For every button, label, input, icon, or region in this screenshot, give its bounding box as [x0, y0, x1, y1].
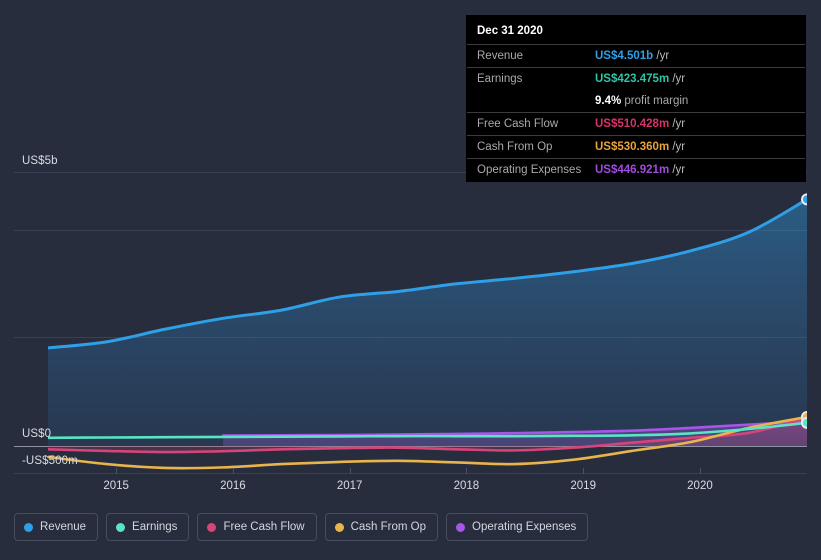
tooltip-row-operating-expenses: Operating Expenses US$446.921m /yr — [467, 158, 805, 181]
legend-item-label: Earnings — [132, 520, 178, 533]
tooltip-value-number: US$510.428m — [595, 118, 670, 130]
tooltip-row-value: 9.4% profit margin — [595, 95, 688, 107]
tooltip-row-cash-from-op: Cash From Op US$530.360m /yr — [467, 135, 805, 158]
tooltip-value-unit: /yr — [669, 141, 686, 153]
tooltip-row-free-cash-flow: Free Cash Flow US$510.428m /yr — [467, 112, 805, 135]
legend-item-label: Operating Expenses — [472, 520, 577, 533]
tooltip-value-number: US$423.475m — [595, 73, 670, 85]
data-point-marker-earnings[interactable] — [801, 416, 812, 429]
tooltip-row-label: Operating Expenses — [477, 164, 582, 176]
x-axis-tick — [466, 468, 468, 474]
legend-item-label: Free Cash Flow — [223, 520, 305, 533]
tooltip-value-unit: /yr — [669, 164, 686, 176]
area-fill-revenue — [48, 199, 807, 446]
tooltip-row-label: Free Cash Flow — [477, 118, 559, 130]
legend-color-dot-icon — [456, 522, 466, 532]
tooltip-row-value: US$530.360m /yr — [595, 141, 685, 153]
financial-performance-chart: US$5b US$0 -US$500m 2015 2016 2017 2018 2019… — [0, 0, 821, 560]
y-axis-label-top: US$5b — [22, 155, 58, 167]
tooltip-row-label: Revenue — [477, 50, 524, 62]
legend-color-dot-icon — [207, 522, 217, 532]
x-axis-tick — [349, 468, 351, 474]
x-axis-label-2016: 2016 — [220, 480, 246, 492]
y-axis-label-neg: -US$500m — [22, 455, 78, 467]
tooltip-row-value: US$423.475m /yr — [595, 73, 685, 85]
x-axis-label-2017: 2017 — [336, 480, 363, 492]
legend-item-label: Cash From Op — [350, 520, 427, 533]
tooltip-value-number: US$446.921m — [595, 164, 670, 176]
tooltip-row-label: Cash From Op — [477, 141, 553, 153]
legend-item-revenue[interactable]: Revenue — [14, 513, 99, 541]
tooltip-value-unit: /yr — [653, 50, 670, 62]
tooltip-rows: Revenue US$4.501b /yr Earnings US$423.475m … — [467, 44, 805, 181]
tooltip-date: Dec 31 2020 — [477, 25, 543, 37]
legend-color-dot-icon — [116, 522, 126, 532]
tooltip-value-unit: /yr — [669, 73, 686, 85]
tooltip-value-unit: profit margin — [621, 95, 689, 107]
chart-legend: Revenue Earnings Free Cash Flow Cash From O… — [14, 513, 589, 541]
tooltip-row-revenue: Revenue US$4.501b /yr — [467, 44, 805, 67]
x-axis-tick — [116, 468, 118, 474]
x-axis-label-2015: 2015 — [103, 480, 129, 492]
legend-item-earnings[interactable]: Earnings — [106, 513, 190, 541]
tooltip-row-value: US$4.501b /yr — [595, 50, 669, 62]
x-axis-label-2020: 2020 — [687, 480, 713, 492]
tooltip-row-value: US$446.921m /yr — [595, 164, 685, 176]
data-point-marker-revenue[interactable] — [801, 193, 812, 206]
tooltip-value-number: US$530.360m — [595, 141, 670, 153]
legend-item-label: Revenue — [40, 520, 87, 533]
legend-item-free-cash-flow[interactable]: Free Cash Flow — [197, 513, 317, 541]
tooltip-row-value: US$510.428m /yr — [595, 118, 685, 130]
data-point-tooltip: Dec 31 2020 Revenue US$4.501b /yr Earnings… — [466, 15, 806, 182]
tooltip-row-label: Earnings — [477, 73, 523, 85]
x-axis-tick — [699, 468, 701, 474]
x-axis-label-2018: 2018 — [453, 480, 480, 492]
y-axis-label-zero: US$0 — [22, 428, 52, 440]
tooltip-row-earnings: Earnings US$423.475m /yr — [467, 67, 805, 90]
legend-color-dot-icon — [334, 522, 344, 532]
legend-item-cash-from-op[interactable]: Cash From Op — [324, 513, 439, 541]
tooltip-row-profit-margin: 9.4% profit margin — [467, 90, 805, 112]
x-axis-tick — [583, 468, 585, 474]
tooltip-value-number: US$4.501b — [595, 50, 654, 62]
x-axis-label-2019: 2019 — [570, 480, 596, 492]
legend-color-dot-icon — [24, 522, 33, 532]
tooltip-value-unit: /yr — [669, 118, 686, 130]
tooltip-value-number: 9.4% — [595, 95, 622, 107]
legend-item-operating-expenses[interactable]: Operating Expenses — [446, 513, 589, 541]
x-axis-tick — [232, 468, 234, 474]
